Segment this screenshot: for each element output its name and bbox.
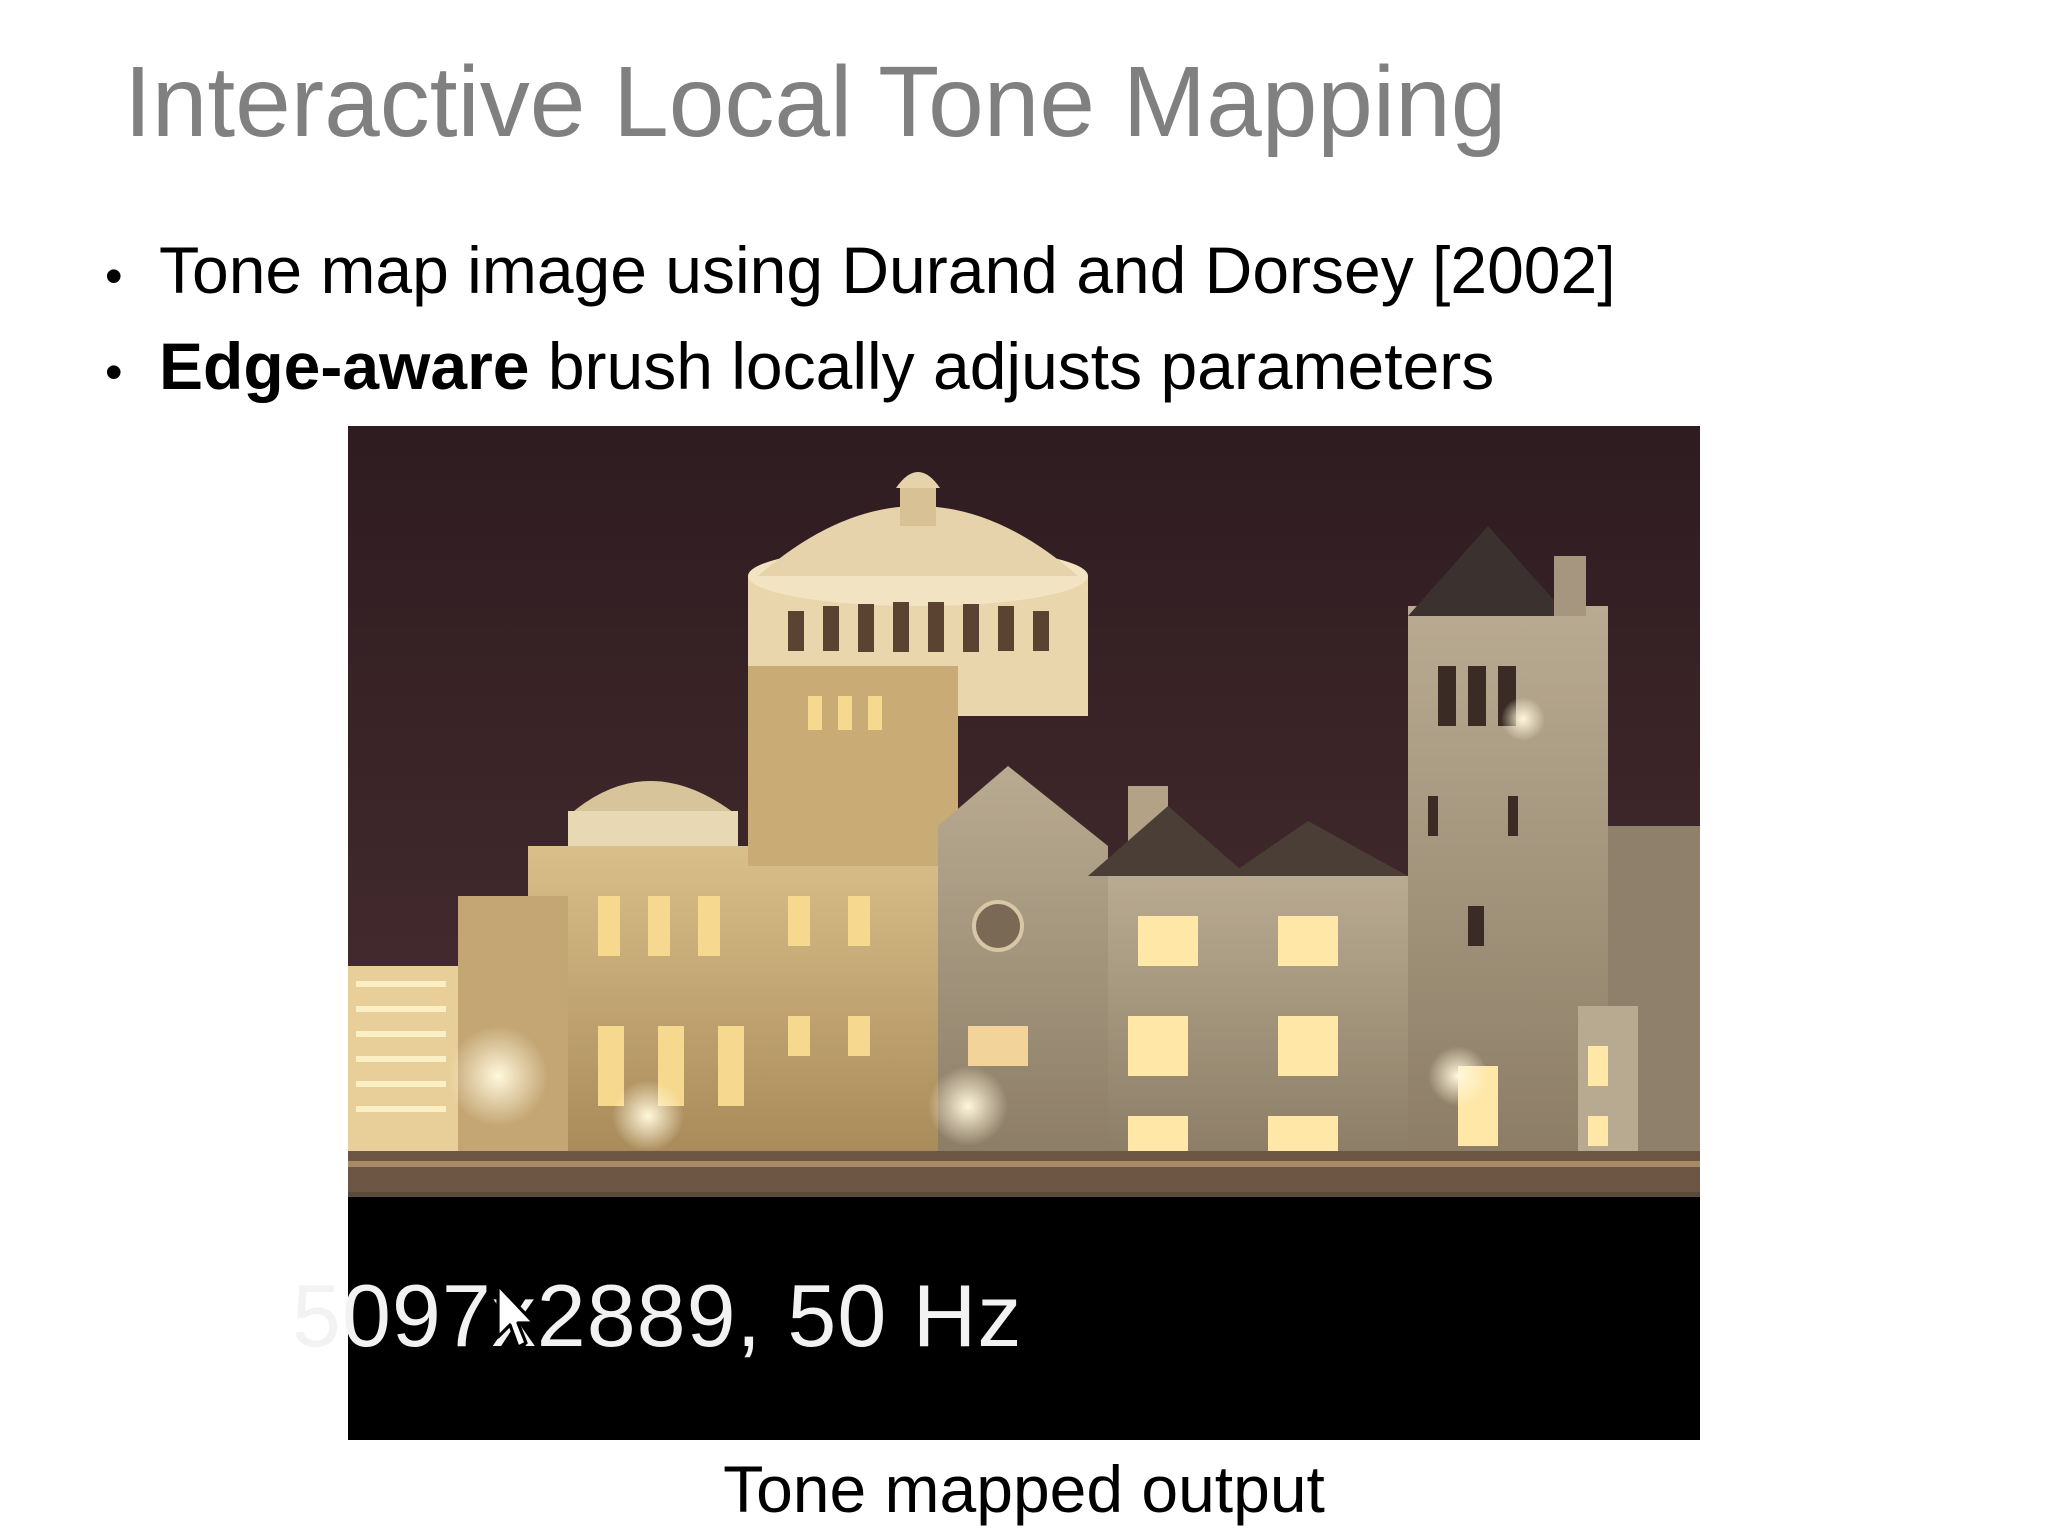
- slide: Interactive Local Tone Mapping • Tone ma…: [0, 0, 2048, 1536]
- mouse-pointer-icon: [496, 1283, 536, 1349]
- bullet-icon: •: [105, 344, 123, 400]
- bullet-list: • Tone map image using Durand and Dorsey…: [105, 225, 1616, 417]
- bullet-icon: •: [105, 248, 123, 304]
- bullet-bold-term: Edge-aware: [159, 329, 530, 403]
- bullet-item: • Edge-aware brush locally adjusts param…: [105, 321, 1616, 417]
- resolution-framerate-label: 5097x2889, 50 Hz: [292, 1266, 1023, 1365]
- image-caption: Tone mapped output: [0, 1452, 2048, 1528]
- caption-text: Tone mapped output: [723, 1452, 1325, 1526]
- slide-title: Interactive Local Tone Mapping: [124, 46, 1507, 158]
- bullet-rest: brush locally adjusts parameters: [529, 329, 1495, 403]
- tone-mapped-photo: [348, 426, 1700, 1192]
- bullet-text: Tone map image using Durand and Dorsey […: [159, 233, 1616, 307]
- bullet-text: Edge-aware brush locally adjusts paramet…: [159, 321, 1494, 411]
- bullet-item: • Tone map image using Durand and Dorsey…: [105, 225, 1616, 321]
